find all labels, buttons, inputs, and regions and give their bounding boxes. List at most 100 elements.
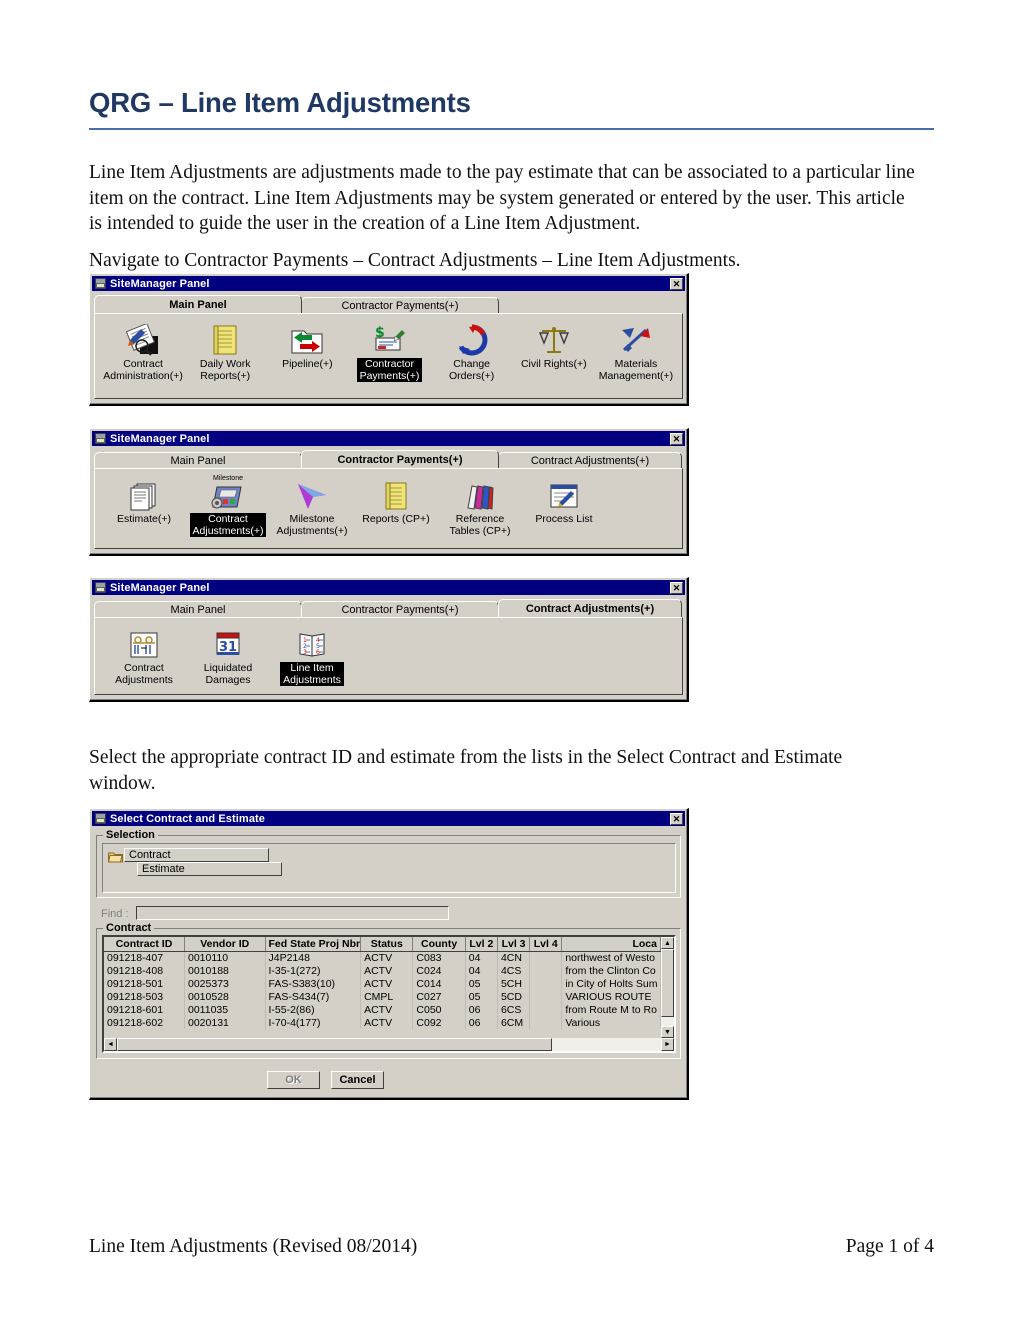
cancel-button[interactable]: Cancel (331, 1071, 384, 1089)
panel-item-daily-work-reports[interactable]: Daily Work Reports(+) (185, 320, 265, 382)
panel-item-contract-administration[interactable]: Contract Administration(+) (103, 320, 183, 382)
tab-contractor-payments[interactable]: Contractor Payments(+) (301, 297, 499, 313)
panel-item-change-orders[interactable]: Change Orders(+) (432, 320, 512, 382)
table-cell: ACTV (360, 951, 414, 964)
column-header[interactable]: Loca (561, 937, 661, 952)
contract-grid-viewport: Contract ID Vendor ID Fed State Proj Nbr St… (104, 937, 661, 1038)
table-row[interactable]: 091218-407 0010110 J4P2148 ACTV C083 04 4CN nor… (104, 951, 661, 964)
table-cell: 6CM (497, 1016, 531, 1029)
window-title: SiteManager Panel (110, 432, 210, 445)
reports-icon (383, 475, 409, 511)
panel-item-line-item-adjustments[interactable]: 1 2 3 4 5 6 Line Item Adjustments (271, 624, 353, 686)
tab-contractor-payments[interactable]: Contractor Payments(+) (301, 450, 499, 468)
tree-node-contract[interactable]: Contract (124, 848, 269, 862)
table-row[interactable]: 091218-601 0011035 I-55-2(86) ACTV C050 06 6CS… (104, 1003, 661, 1016)
column-header[interactable]: Lvl 4 (529, 937, 563, 952)
find-label: Find : (101, 908, 129, 920)
table-cell: 091218-602 (104, 1016, 185, 1029)
scroll-down-button[interactable]: ▼ (661, 1026, 674, 1038)
tab-body: Contract Administration(+) Daily Work Re… (94, 313, 683, 399)
tree-node-label: Estimate (142, 863, 185, 875)
close-icon[interactable]: ✕ (670, 277, 683, 290)
column-header[interactable]: County (412, 937, 466, 952)
column-header[interactable]: Lvl 2 (465, 937, 498, 952)
contract-group-label: Contract (103, 922, 155, 934)
tab-label: Main Panel (170, 603, 226, 616)
panel-item-process-list[interactable]: Process List (523, 475, 605, 537)
tab-main-panel[interactable]: Main Panel (94, 452, 302, 468)
tree-node-estimate[interactable]: Estimate (137, 862, 282, 876)
document-page: QRG – Line Item Adjustments Line Item Ad… (0, 0, 1020, 1320)
panel-item-contract-adjustments[interactable]: Milestone Contract Adjustments(+) (187, 475, 269, 537)
table-row[interactable]: 091218-503 0010528 FAS-S434(7) CMPL C027 05 5C… (104, 990, 661, 1003)
pipeline-icon (290, 320, 324, 356)
column-header[interactable]: Vendor ID (184, 937, 266, 952)
scroll-right-button[interactable]: ► (661, 1038, 674, 1051)
table-cell: 091218-503 (104, 990, 185, 1003)
tab-main-panel[interactable]: Main Panel (94, 601, 302, 617)
panel-item-label: Line Item Adjustments (280, 662, 344, 686)
line-item-adjustments-book-icon: 1 2 3 4 5 6 (297, 624, 327, 660)
ok-button[interactable]: OK (267, 1071, 320, 1089)
svg-text:31: 31 (219, 640, 237, 655)
horizontal-scrollbar[interactable]: ◄ ► (104, 1038, 674, 1051)
table-row[interactable]: 091218-602 0020131 I-70-4(177) ACTV C092 06 6C… (104, 1016, 661, 1029)
panel-item-label: Pipeline(+) (282, 358, 333, 370)
table-cell: I-55-2(86) (265, 1003, 362, 1016)
daily-work-reports-icon (211, 320, 239, 356)
panel-item-label: Process List (535, 513, 593, 525)
scroll-up-button[interactable]: ▲ (661, 937, 674, 949)
panel-item-reference-tables[interactable]: Reference Tables (CP+) (439, 475, 521, 537)
panel-item-label: Estimate(+) (117, 513, 171, 525)
tab-contract-adjustments[interactable]: Contract Adjustments(+) (498, 599, 682, 617)
milestone-adjustments-arrow-icon (295, 475, 329, 511)
scroll-down-icon: ▼ (664, 1028, 671, 1036)
scroll-up-icon: ▲ (664, 939, 671, 947)
table-cell: 06 (465, 1016, 498, 1029)
select-contract-and-estimate-dialog: Select Contract and Estimate ✕ Selection… (89, 808, 689, 1100)
table-cell: 05 (465, 977, 498, 990)
vertical-scrollbar[interactable]: ▲ ▼ (661, 937, 674, 1038)
panel-item-reports[interactable]: Reports (CP+) (355, 475, 437, 537)
table-row[interactable]: 091218-408 0010188 I-35-1(272) ACTV C024 04 4C… (104, 964, 661, 977)
panel-item-materials-management[interactable]: Materials Management(+) (596, 320, 676, 382)
footer-right-text: Page 1 of 4 (845, 1236, 934, 1257)
scroll-left-button[interactable]: ◄ (104, 1038, 117, 1051)
close-icon[interactable]: ✕ (670, 581, 683, 594)
table-cell: 04 (465, 951, 498, 964)
close-icon[interactable]: ✕ (670, 432, 683, 445)
panel-item-pipeline[interactable]: Pipeline(+) (267, 320, 347, 382)
table-cell: from the Clinton Co (561, 964, 661, 977)
titlebar: Select Contract and Estimate ✕ (92, 811, 685, 826)
panel-item-milestone-adjustments[interactable]: Milestone Adjustments(+) (271, 475, 353, 537)
panel-item-contractor-payments[interactable]: $ Contractor Payments(+) (349, 320, 429, 382)
table-row[interactable]: 091218-501 0025373 FAS-S383(10) ACTV C014 05 5… (104, 977, 661, 990)
tab-contractor-payments[interactable]: Contractor Payments(+) (301, 601, 499, 617)
column-header[interactable]: Fed State Proj Nbr (265, 937, 362, 952)
contract-adjustments-icon (211, 482, 245, 511)
table-cell: ACTV (360, 1016, 414, 1029)
panel-item-civil-rights[interactable]: Civil Rights(+) (514, 320, 594, 382)
svg-text:3: 3 (303, 649, 307, 656)
column-header[interactable]: Contract ID (104, 937, 185, 952)
panel-item-estimate[interactable]: Estimate(+) (103, 475, 185, 537)
find-input[interactable] (136, 906, 449, 920)
horizontal-scroll-thumb[interactable] (117, 1038, 552, 1051)
panel-item-contract-adjustments[interactable]: Contract Adjustments (103, 624, 185, 686)
tab-main-panel[interactable]: Main Panel (94, 295, 302, 313)
panel-item-label: Milestone Adjustments(+) (276, 513, 348, 537)
panel-item-label: Contract Adjustments(+) (189, 513, 267, 537)
tab-contract-adjustments[interactable]: Contract Adjustments(+) (498, 452, 682, 468)
ok-button-label: OK (285, 1074, 302, 1086)
milestone-badge-label: Milestone (213, 475, 243, 482)
panel-item-label: Change Orders(+) (449, 358, 495, 382)
panel-item-liquidated-damages[interactable]: 31 Liquidated Damages (187, 624, 269, 686)
vertical-scroll-thumb[interactable] (661, 949, 674, 1017)
panel-item-label: Materials Management(+) (598, 358, 674, 382)
panel-item-label: Reports (CP+) (362, 513, 430, 525)
sitemanager-panel-contract-adjustments: SiteManager Panel ✕ Main Panel Contracto… (89, 577, 689, 702)
close-icon[interactable]: ✕ (670, 812, 683, 825)
contract-table: Contract ID Vendor ID Fed State Proj Nbr St… (104, 937, 661, 1029)
column-header[interactable]: Lvl 3 (497, 937, 531, 952)
column-header[interactable]: Status (360, 937, 414, 952)
